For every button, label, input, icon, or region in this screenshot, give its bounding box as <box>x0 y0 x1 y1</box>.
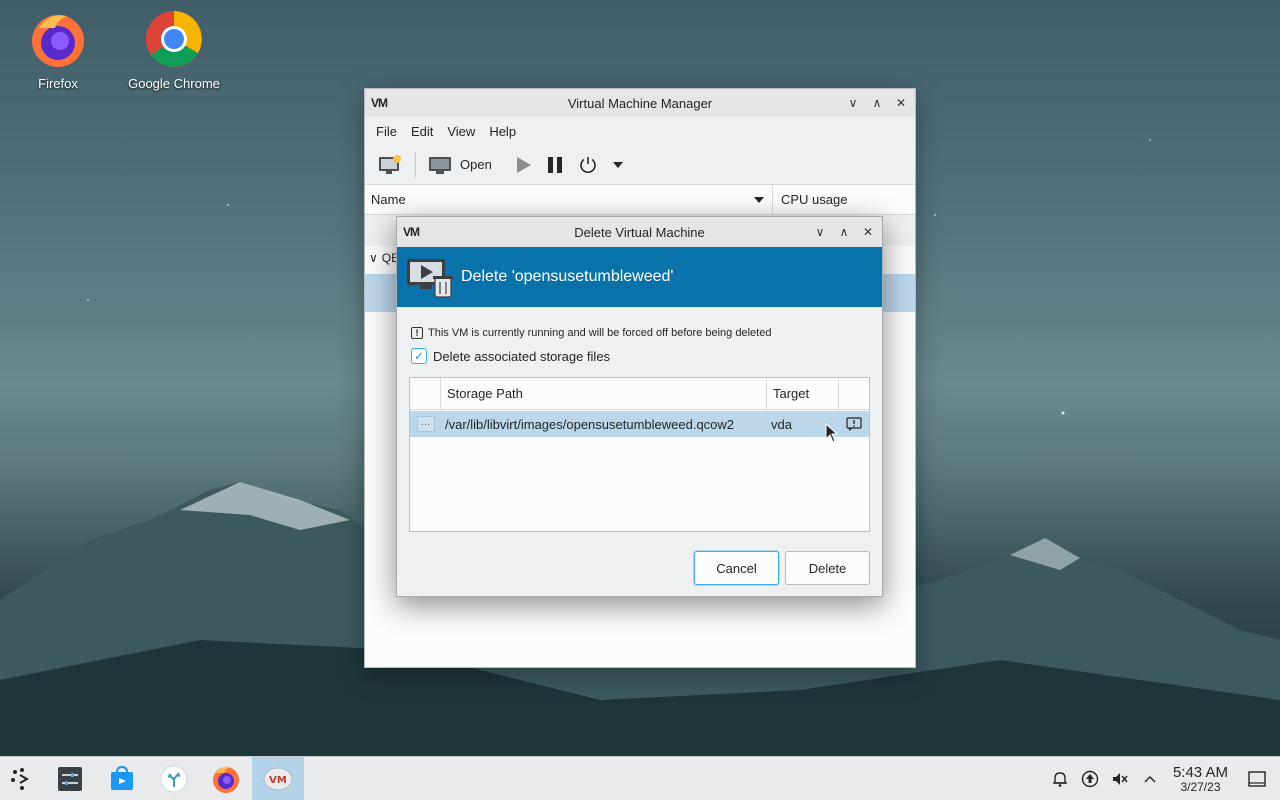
row-select-icon: ··· <box>416 416 435 432</box>
dropdown-arrow-icon <box>612 161 623 168</box>
taskbar-firefox[interactable] <box>200 757 252 800</box>
delete-vm-dialog: VM Delete Virtual Machine ∨ ∧ ✕ Delete '… <box>396 216 883 597</box>
column-select[interactable] <box>410 378 441 409</box>
show-desktop-icon[interactable] <box>1242 771 1272 787</box>
column-storage-path-label: Storage Path <box>447 386 523 401</box>
cancel-button[interactable]: Cancel <box>694 551 779 585</box>
new-vm-button[interactable] <box>373 150 407 180</box>
virt-manager-icon: VM <box>263 767 293 790</box>
delete-storage-checkbox-row[interactable]: ✓ Delete associated storage files <box>411 348 882 364</box>
open-button[interactable]: Open <box>424 150 496 180</box>
taskbar-discover[interactable] <box>96 757 148 800</box>
volume-muted-icon[interactable] <box>1105 770 1135 788</box>
firefox-icon <box>27 8 89 70</box>
close-icon[interactable]: ✕ <box>893 95 909 111</box>
dialog-title: Delete Virtual Machine <box>574 224 705 240</box>
notifications-icon[interactable] <box>1045 770 1075 788</box>
vmm-toolbar: Open <box>365 145 915 185</box>
mouse-cursor-icon <box>825 423 839 443</box>
shutdown-menu-button[interactable] <box>608 150 628 180</box>
minimize-icon[interactable]: ∨ <box>845 95 861 111</box>
column-storage-path[interactable]: Storage Path <box>441 378 767 409</box>
clock-date: 3/27/23 <box>1180 779 1221 794</box>
clock-time: 5:43 AM <box>1172 763 1228 781</box>
column-cpu-label: CPU usage <box>781 192 848 207</box>
running-warning: ! This VM is currently running and will … <box>411 327 882 339</box>
column-target-label: Target <box>773 386 810 401</box>
desktop-icon-google-chrome[interactable]: Google Chrome <box>119 8 229 91</box>
new-vm-icon <box>379 154 401 174</box>
dialog-minimize-icon[interactable]: ∨ <box>812 224 828 240</box>
row-checkbox[interactable]: ··· <box>410 411 441 437</box>
delete-button[interactable]: Delete <box>785 551 870 585</box>
tray-expand-icon[interactable] <box>1135 774 1165 784</box>
menu-file[interactable]: File <box>369 124 404 139</box>
vmm-menubar: File Edit View Help <box>365 117 915 145</box>
warning-icon: ! <box>411 327 423 339</box>
dialog-banner: Delete 'opensusetumbleweed' <box>397 247 882 307</box>
desktop-icon-firefox[interactable]: Firefox <box>3 8 113 91</box>
pause-icon <box>547 156 562 173</box>
storage-row[interactable]: ··· /var/lib/libvirt/images/opensusetumb… <box>410 411 869 437</box>
vmm-title: Virtual Machine Manager <box>567 95 713 111</box>
vm-list-header: Name CPU usage <box>365 185 915 215</box>
updates-icon[interactable] <box>1075 770 1105 788</box>
run-button[interactable] <box>510 150 536 180</box>
monitor-icon <box>429 156 451 174</box>
storage-table: Storage Path Target ··· /var/lib/libvirt… <box>409 377 870 532</box>
column-name[interactable]: Name <box>365 185 773 214</box>
menu-help[interactable]: Help <box>482 124 523 139</box>
firefox-icon <box>213 766 239 793</box>
desktop-icon-label: Firefox <box>38 76 78 91</box>
column-cpu-usage[interactable]: CPU usage <box>773 185 847 214</box>
warning-text: This VM is currently running and will be… <box>428 327 772 339</box>
column-target[interactable]: Target <box>767 378 839 409</box>
system-tray: 5:43 AM 3/27/23 <box>1045 757 1280 800</box>
taskbar: VM 5:43 AM 3/27/23 <box>0 756 1280 800</box>
power-icon <box>580 156 596 173</box>
play-icon <box>516 156 531 173</box>
delete-storage-checkbox[interactable]: ✓ <box>411 348 427 364</box>
delete-storage-label: Delete associated storage files <box>433 348 611 364</box>
expand-arrow-icon: ∨ <box>369 251 378 265</box>
coral-icon <box>160 765 188 792</box>
pause-button[interactable] <box>542 150 568 180</box>
discover-icon <box>111 765 133 790</box>
chrome-icon <box>143 8 205 70</box>
column-name-label: Name <box>371 192 406 207</box>
taskbar-coral-app[interactable] <box>148 757 200 800</box>
settings-icon <box>58 766 82 791</box>
vmm-logo-icon: VM <box>371 96 388 110</box>
menu-edit[interactable]: Edit <box>404 124 440 139</box>
menu-view[interactable]: View <box>440 124 482 139</box>
storage-info-icon[interactable] <box>839 411 869 437</box>
taskbar-system-settings[interactable] <box>44 757 96 800</box>
launcher-icon <box>11 767 30 790</box>
clock[interactable]: 5:43 AM 3/27/23 <box>1173 765 1228 793</box>
application-launcher[interactable] <box>0 757 44 800</box>
svg-text:VM: VM <box>269 775 287 786</box>
maximize-icon[interactable]: ∧ <box>869 95 885 111</box>
shutdown-button[interactable] <box>574 150 602 180</box>
column-info <box>839 378 869 409</box>
taskbar-virt-manager[interactable]: VM <box>252 756 304 800</box>
delete-vm-icon <box>407 259 453 298</box>
sort-arrow-icon <box>754 196 764 203</box>
dialog-heading: Delete 'opensusetumbleweed' <box>461 268 674 285</box>
storage-table-header: Storage Path Target <box>410 378 869 410</box>
dialog-maximize-icon[interactable]: ∧ <box>836 224 852 240</box>
storage-path-cell: /var/lib/libvirt/images/opensusetumblewe… <box>445 416 735 432</box>
dialog-close-icon[interactable]: ✕ <box>860 224 876 240</box>
dialog-logo-icon: VM <box>403 225 420 239</box>
dialog-titlebar[interactable]: VM Delete Virtual Machine ∨ ∧ ✕ <box>397 217 882 247</box>
desktop-icon-label: Google Chrome <box>128 76 220 91</box>
open-label: Open <box>460 157 492 172</box>
vmm-titlebar[interactable]: VM Virtual Machine Manager ∨ ∧ ✕ <box>365 89 915 117</box>
